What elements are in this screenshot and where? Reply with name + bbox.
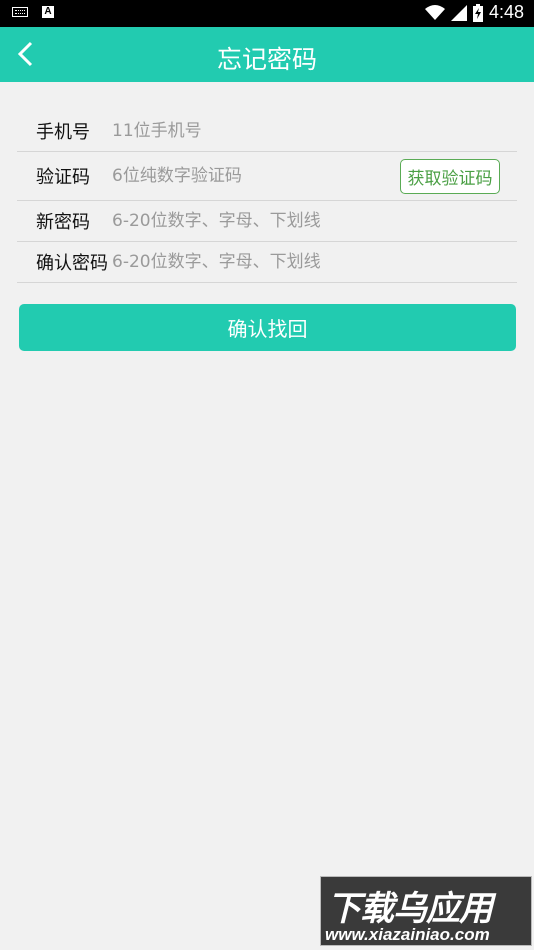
phone-input[interactable]: [112, 116, 407, 146]
reset-password-form: 手机号 验证码 获取验证码 新密码 确认密码: [17, 111, 517, 283]
new-password-row: 新密码: [17, 201, 517, 242]
get-code-button[interactable]: 获取验证码: [400, 159, 500, 194]
signal-icon: [450, 4, 467, 21]
battery-charging-icon: [472, 3, 483, 22]
code-row: 验证码 获取验证码: [17, 152, 517, 201]
code-label: 验证码: [36, 167, 90, 188]
status-time: 4:48: [488, 2, 524, 22]
wifi-icon: [424, 4, 445, 20]
submit-button[interactable]: 确认找回: [19, 304, 516, 351]
keyboard-icon: [12, 7, 28, 17]
confirm-password-row: 确认密码: [17, 242, 517, 283]
phone-row: 手机号: [17, 111, 517, 152]
a-icon: A: [42, 6, 54, 18]
phone-label: 手机号: [36, 122, 90, 143]
watermark-title: 下载乌应用: [327, 889, 493, 929]
confirm-password-input[interactable]: [112, 247, 407, 277]
code-input[interactable]: [112, 161, 407, 191]
watermark-logo: 下载乌应用 www.xiazainiao.com: [320, 876, 532, 946]
status-bar: A 4:48: [0, 0, 534, 27]
page-title: 忘记密码: [216, 45, 317, 74]
new-password-input[interactable]: [112, 206, 407, 236]
new-password-label: 新密码: [36, 212, 90, 233]
confirm-password-label: 确认密码: [36, 253, 108, 274]
watermark-url: www.xiazainiao.com: [325, 925, 490, 944]
app-bar: 忘记密码: [0, 27, 534, 82]
